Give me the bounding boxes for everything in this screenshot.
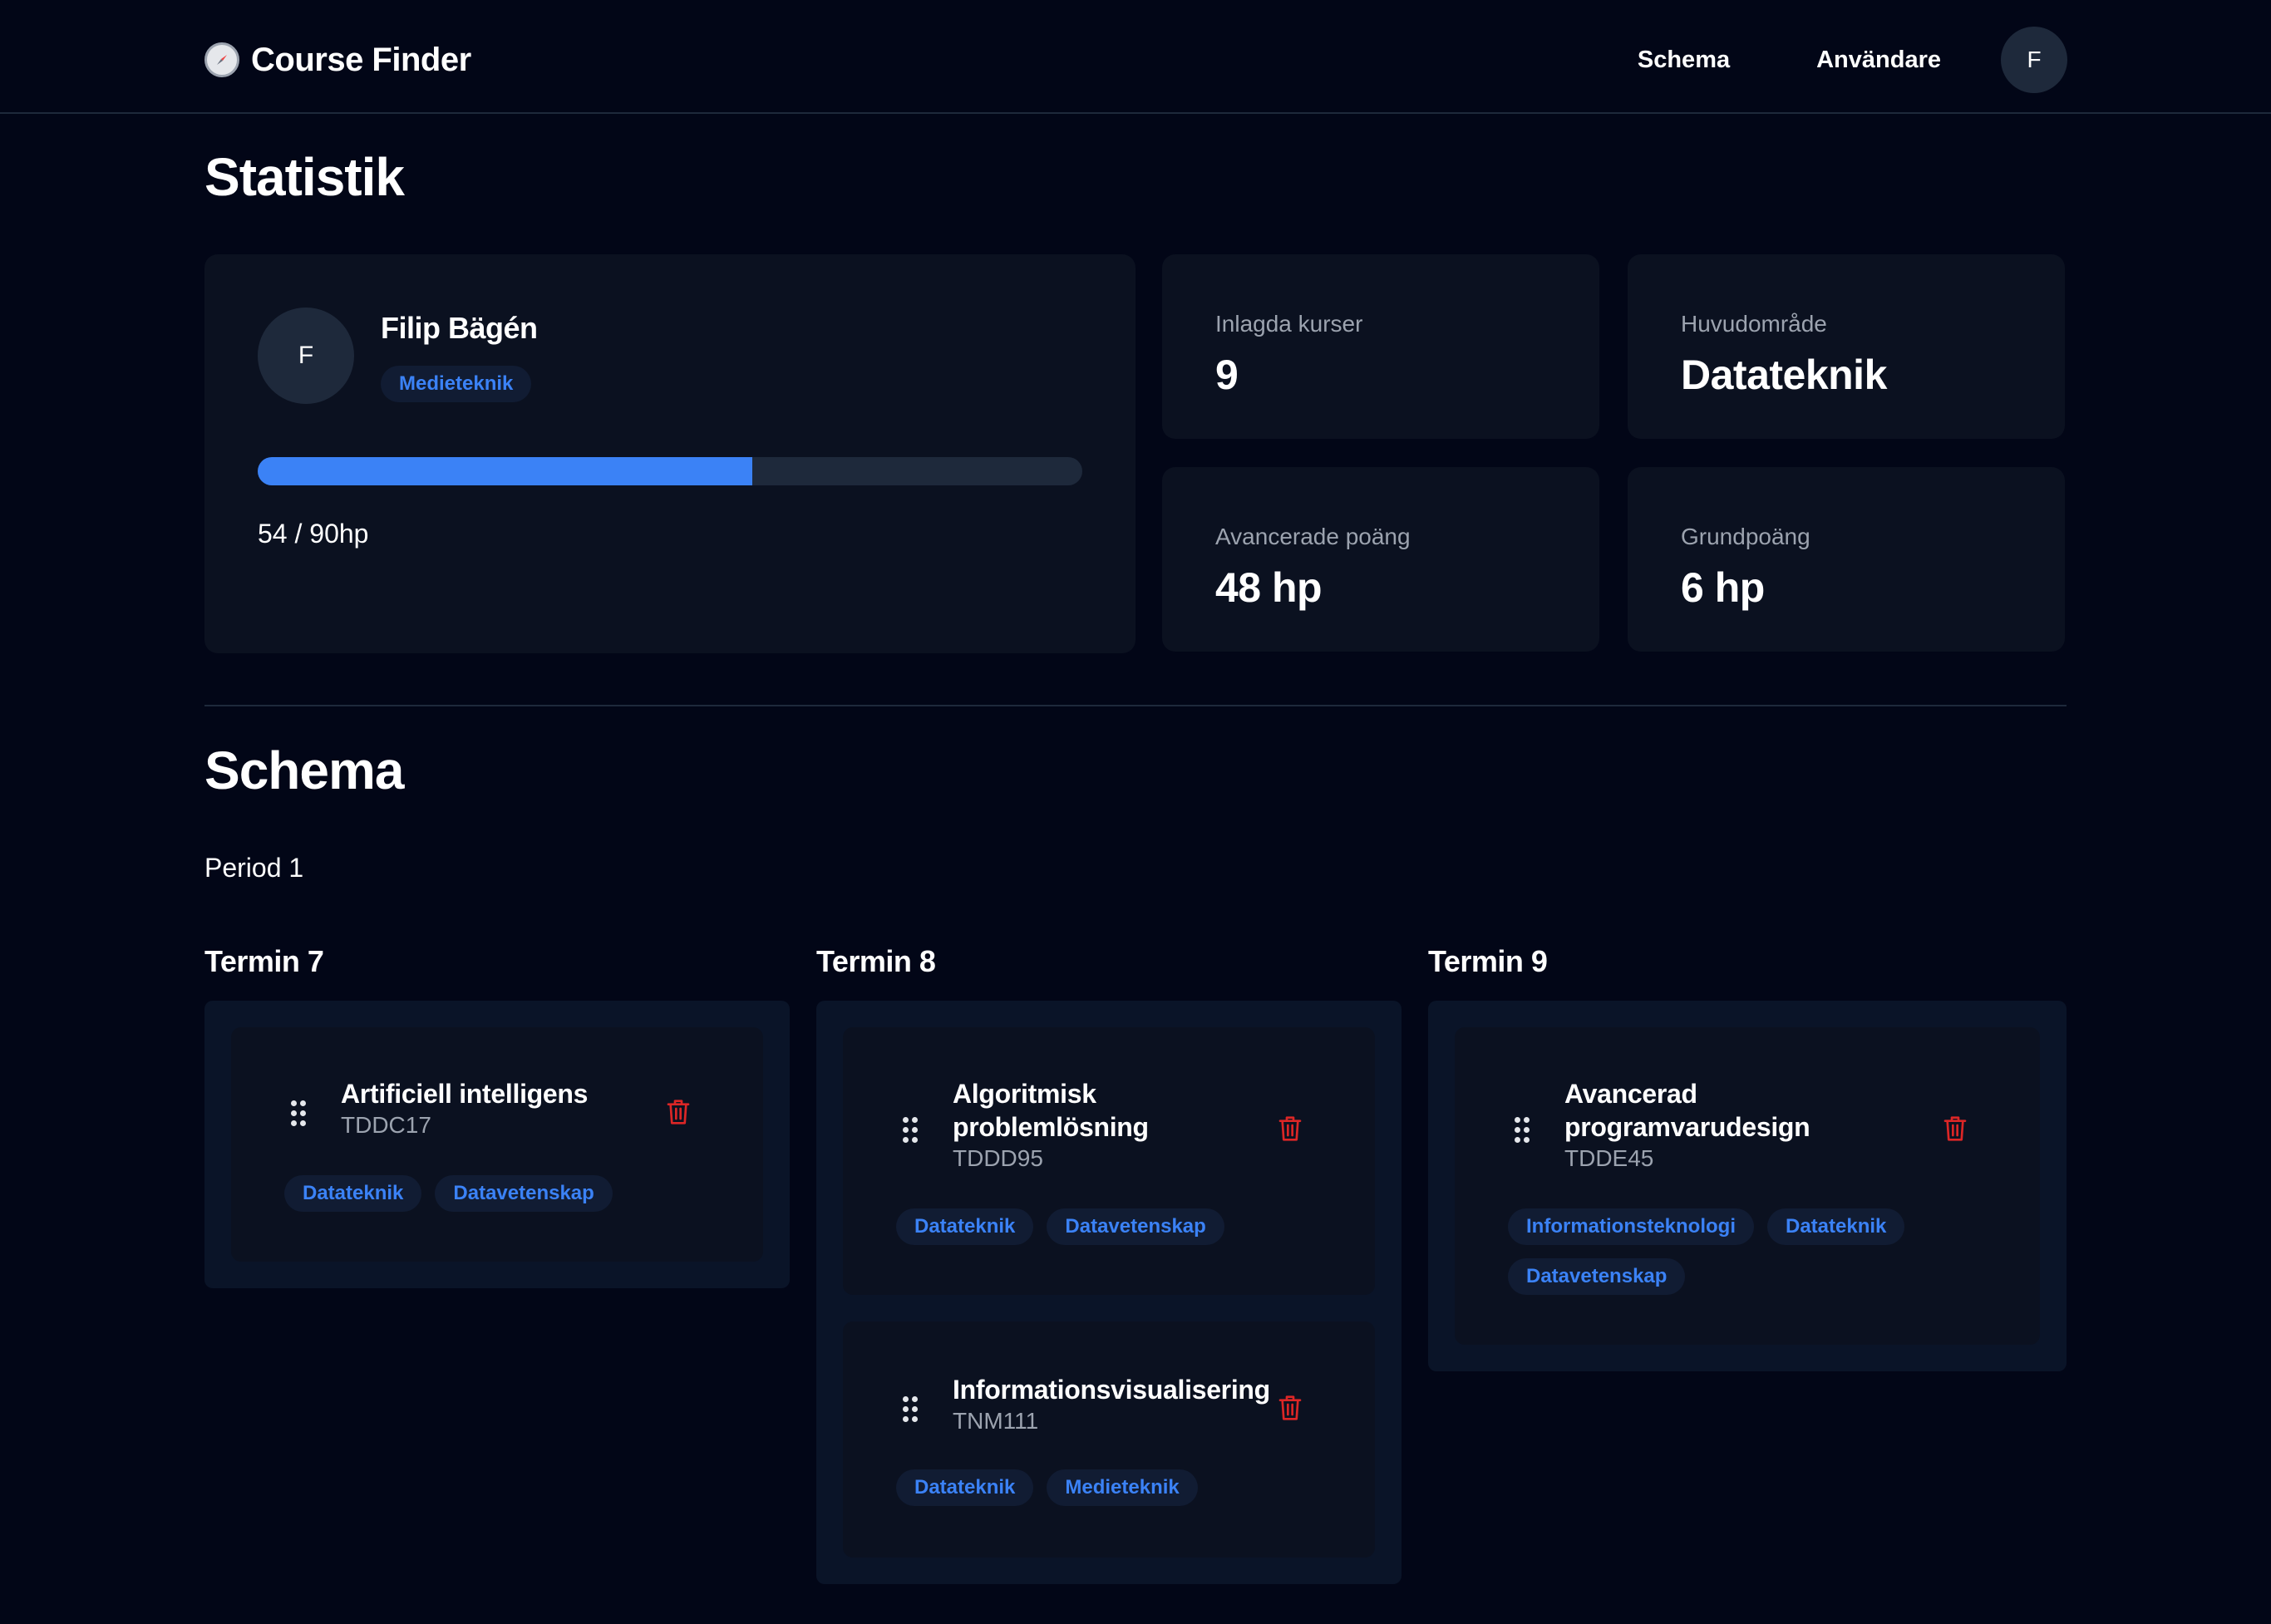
course-tag: Datateknik (896, 1208, 1034, 1245)
profile-card: F Filip Bägén Medieteknik 54 / 90hp (204, 254, 1136, 653)
stats-heading: Statistik (204, 147, 405, 207)
credits-progress-bar (258, 457, 1082, 485)
stat-label: Avancerade poäng (1215, 524, 1411, 549)
course-code: TDDE45 (1564, 1145, 1654, 1171)
stat-value: Datateknik (1681, 352, 1887, 398)
stat-card-courses: Inlagda kurser 9 (1162, 254, 1599, 439)
top-navigation-bar: Course Finder Schema Användare F (0, 0, 2271, 114)
term-title: Termin 8 (816, 944, 936, 978)
avatar: F (258, 308, 354, 404)
course-name: Informationsvisualisering (953, 1375, 1270, 1405)
trash-icon[interactable] (1277, 1114, 1303, 1144)
stat-card-advanced-credits: Avancerade poäng 48 hp (1162, 467, 1599, 652)
course-tag: Datavetenskap (1047, 1208, 1224, 1245)
drag-handle-icon[interactable] (903, 1117, 919, 1144)
stat-value: 9 (1215, 352, 1239, 398)
course-tags: Informationsteknologi Datateknik Datavet… (1508, 1208, 1990, 1295)
course-name: Avancerad programvarudesign (1564, 1079, 1810, 1142)
trash-icon[interactable] (1942, 1114, 1968, 1144)
drag-handle-icon[interactable] (1515, 1117, 1531, 1144)
drag-handle-icon[interactable] (291, 1100, 308, 1127)
compass-icon (204, 42, 239, 77)
program-badge: Medieteknik (381, 366, 532, 402)
course-tag: Medieteknik (1047, 1469, 1198, 1506)
course-code: TDDD95 (953, 1145, 1043, 1171)
stat-value: 6 hp (1681, 564, 1765, 611)
term-column-8[interactable]: Algoritmisk problemlösning TDDD95 Datate… (816, 1001, 1402, 1584)
stat-value: 48 hp (1215, 564, 1323, 611)
brand-logo[interactable]: Course Finder (204, 38, 471, 81)
profile-name: Filip Bägén (381, 311, 538, 345)
course-tag: Datavetenskap (1508, 1258, 1686, 1295)
period-label: Period 1 (204, 853, 304, 883)
drag-handle-icon[interactable] (903, 1396, 919, 1423)
course-card[interactable]: Algoritmisk problemlösning TDDD95 Datate… (843, 1027, 1375, 1295)
course-tags: Datateknik Datavetenskap (284, 1175, 750, 1212)
credits-progress-label: 54 / 90hp (258, 519, 369, 549)
section-divider (204, 705, 2067, 706)
term-column-7[interactable]: Artificiell intelligens TDDC17 Datatekni… (204, 1001, 790, 1288)
schedule-heading: Schema (204, 741, 404, 800)
trash-icon[interactable] (1277, 1393, 1303, 1423)
course-tag: Datateknik (896, 1469, 1034, 1506)
course-tags: Datateknik Medieteknik (896, 1469, 1362, 1506)
term-title: Termin 7 (204, 944, 324, 978)
course-tag: Datateknik (1767, 1208, 1905, 1245)
course-card[interactable]: Informationsvisualisering TNM111 Datatek… (843, 1321, 1375, 1558)
course-name: Artificiell intelligens (341, 1079, 589, 1109)
stat-card-main-field: Huvudområde Datateknik (1628, 254, 2065, 439)
course-tag: Datateknik (284, 1175, 422, 1212)
course-code: TNM111 (953, 1408, 1039, 1434)
trash-icon[interactable] (665, 1097, 692, 1127)
main-nav: Schema Användare F (1638, 27, 2067, 93)
stat-label: Huvudområde (1681, 311, 1827, 337)
term-title: Termin 9 (1428, 944, 1548, 978)
course-name: Algoritmisk problemlösning (953, 1079, 1149, 1142)
nav-link-users[interactable]: Användare (1816, 38, 1941, 82)
stat-label: Grundpoäng (1681, 524, 1810, 549)
course-tag: Informationsteknologi (1508, 1208, 1754, 1245)
credits-progress-fill (258, 457, 753, 485)
course-code: TDDC17 (341, 1112, 431, 1138)
nav-link-schema[interactable]: Schema (1638, 38, 1730, 82)
course-card[interactable]: Avancerad programvarudesign TDDE45 Infor… (1455, 1027, 2040, 1345)
term-column-9[interactable]: Avancerad programvarudesign TDDE45 Infor… (1428, 1001, 2067, 1371)
course-tags: Datateknik Datavetenskap (896, 1208, 1362, 1245)
stat-card-basic-credits: Grundpoäng 6 hp (1628, 467, 2065, 652)
app-title: Course Finder (251, 41, 471, 78)
course-tag: Datavetenskap (435, 1175, 613, 1212)
user-avatar-button[interactable]: F (2001, 27, 2067, 93)
stat-label: Inlagda kurser (1215, 311, 1363, 337)
course-card[interactable]: Artificiell intelligens TDDC17 Datatekni… (231, 1027, 763, 1262)
